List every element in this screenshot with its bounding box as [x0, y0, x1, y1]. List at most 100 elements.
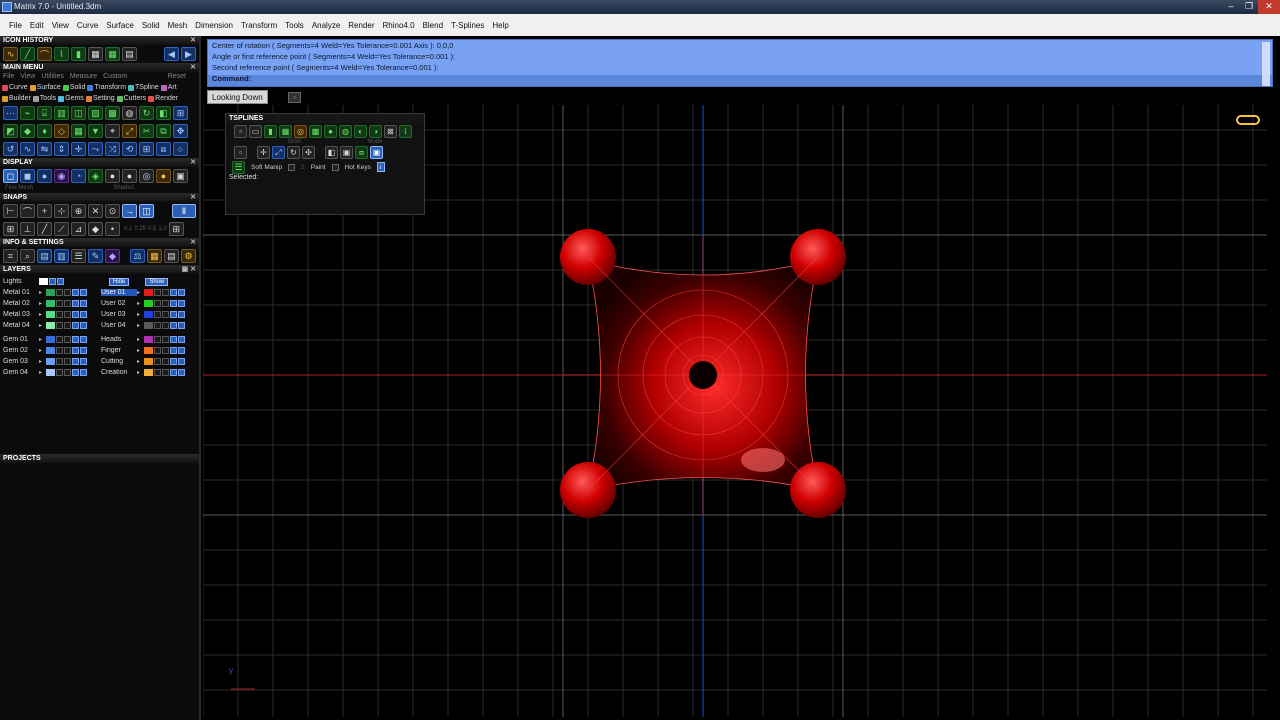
ts-box-icon[interactable]: ▫	[234, 125, 247, 138]
layer-entry[interactable]: Creation ▸	[98, 369, 196, 376]
layer-lock-toggle[interactable]	[64, 311, 71, 318]
layer-select-toggle[interactable]	[72, 358, 79, 365]
layer-name[interactable]: Creation	[101, 369, 137, 376]
layer-color-swatch[interactable]	[46, 289, 55, 296]
analyze-icon[interactable]: ⌗	[3, 249, 18, 263]
snap-quad-icon[interactable]: ◫	[139, 204, 154, 218]
layer-color-swatch[interactable]	[144, 289, 153, 296]
category-setting[interactable]: Setting	[85, 95, 115, 102]
snap-end-icon[interactable]: ⊢	[3, 204, 18, 218]
loft-icon[interactable]: ⌸	[37, 106, 52, 120]
ts-torus-icon[interactable]: ◍	[339, 125, 352, 138]
tab-file[interactable]: File	[3, 73, 14, 81]
soft-manip-value[interactable]: 2	[301, 164, 305, 171]
layer-expand-icon[interactable]: ▸	[137, 347, 144, 354]
category-cutters[interactable]: Cutters	[116, 95, 146, 102]
layer-entry[interactable]: Metal 01 ▸	[0, 289, 98, 296]
surface-tool-icon[interactable]: ▮	[71, 47, 86, 61]
layer-select-toggle[interactable]	[72, 322, 79, 329]
layer-color-swatch[interactable]	[46, 311, 55, 318]
show-all-button[interactable]: Show	[145, 277, 169, 286]
layer-entry[interactable]: Gem 03 ▸	[0, 358, 98, 365]
history-forward-icon[interactable]: ▶	[181, 47, 196, 61]
ts-convert-icon[interactable]: ◎	[294, 125, 307, 138]
layer-entry[interactable]: Cutting ▸	[98, 358, 196, 365]
ts-select-icon[interactable]: ▫	[234, 146, 247, 159]
circle-icon[interactable]: ○	[173, 142, 188, 156]
edit-info-icon[interactable]: ✎	[88, 249, 103, 263]
ts-scale-icon[interactable]: ⤢	[272, 146, 285, 159]
boolean-icon[interactable]: ◩	[3, 124, 18, 138]
category-solid[interactable]: Solid	[62, 84, 85, 91]
layer-color-swatch[interactable]	[46, 322, 55, 329]
layer-grid-icon[interactable]: ▦	[88, 47, 103, 61]
layer-color-swatch[interactable]	[46, 300, 55, 307]
hot-keys-toggle[interactable]: ⅰ	[376, 162, 385, 172]
layer-lock-toggle[interactable]	[64, 358, 71, 365]
twist-icon[interactable]: ⟲	[122, 142, 137, 156]
move-icon[interactable]: ✥	[173, 124, 188, 138]
ts-plane-icon[interactable]: ▭	[249, 125, 262, 138]
layer-select-toggle[interactable]	[170, 322, 177, 329]
lights-visibility-toggle[interactable]	[49, 278, 56, 285]
layer-select-toggle[interactable]	[170, 347, 177, 354]
menu-view[interactable]: View	[49, 21, 72, 30]
history-back-icon[interactable]: ◀	[164, 47, 179, 61]
category-gems[interactable]: Gems	[58, 95, 84, 102]
grid-snap-icon[interactable]: ⊞	[3, 222, 18, 236]
ts-box-mode-icon[interactable]: ▣	[340, 146, 353, 159]
layer-color-swatch[interactable]	[46, 369, 55, 376]
layer-option-toggle[interactable]	[80, 311, 87, 318]
layer-select-toggle[interactable]	[72, 369, 79, 376]
layer-option-toggle[interactable]	[178, 322, 185, 329]
category-transform[interactable]: Transform	[87, 84, 126, 91]
layer-color-swatch[interactable]	[46, 347, 55, 354]
menu-blend[interactable]: Blend	[420, 21, 446, 30]
category-render[interactable]: Render	[148, 95, 178, 102]
layer-lock-toggle[interactable]	[162, 347, 169, 354]
mirror-icon[interactable]: ⇋	[37, 142, 52, 156]
layer-option-toggle[interactable]	[80, 336, 87, 343]
layer-color-swatch[interactable]	[46, 336, 55, 343]
layer-name[interactable]: Finger	[101, 347, 137, 354]
layer-entry[interactable]: User 03 ▸	[98, 311, 196, 318]
layer-name[interactable]: Metal 01	[3, 289, 39, 296]
category-surface[interactable]: Surface	[29, 84, 61, 91]
properties-icon[interactable]: ▤	[37, 249, 52, 263]
paint-checkbox[interactable]	[331, 163, 339, 171]
extrude-icon[interactable]: ▥	[54, 106, 69, 120]
layer-option-toggle[interactable]	[178, 300, 185, 307]
scale-icon[interactable]: ⤢	[122, 124, 137, 138]
ts-smooth-mode-icon[interactable]: ◧	[325, 146, 338, 159]
layer-visibility-toggle[interactable]	[56, 300, 63, 307]
layer-entry[interactable]: Metal 02 ▸	[0, 300, 98, 307]
lights-layer-label[interactable]: Lights	[3, 278, 39, 285]
shaded-display-icon[interactable]: ◼	[20, 169, 35, 183]
category-builder[interactable]: Builder	[2, 95, 31, 102]
layer-visibility-toggle[interactable]	[56, 322, 63, 329]
ts-rotate-icon[interactable]: ↻	[287, 146, 300, 159]
layer-visibility-toggle[interactable]	[154, 322, 161, 329]
layer-entry[interactable]: Metal 04 ▸	[0, 322, 98, 329]
tab-reset[interactable]: Reset	[168, 73, 186, 81]
layer-lock-toggle[interactable]	[162, 358, 169, 365]
dot-snap-icon[interactable]: •	[105, 222, 120, 236]
layer-select-toggle[interactable]	[170, 369, 177, 376]
layer-name[interactable]: Gem 04	[3, 369, 39, 376]
menu-file[interactable]: File	[6, 21, 25, 30]
split-icon[interactable]: ⊞	[173, 106, 188, 120]
menu-solid[interactable]: Solid	[139, 21, 163, 30]
ts-loft-icon[interactable]: ▩	[309, 125, 322, 138]
mesh-grid-icon[interactable]: ▦	[105, 47, 120, 61]
maximize-button[interactable]: ❐	[1240, 0, 1258, 14]
gold-sphere-icon[interactable]: ●	[156, 169, 171, 183]
ring-icon[interactable]: ◍	[122, 106, 137, 120]
layer-option-toggle[interactable]	[80, 358, 87, 365]
layer-option-toggle[interactable]	[80, 300, 87, 307]
layer-visibility-toggle[interactable]	[154, 358, 161, 365]
layer-lock-toggle[interactable]	[162, 311, 169, 318]
layer-name[interactable]: User 03	[101, 311, 137, 318]
platinum-sphere-icon[interactable]: ◎	[139, 169, 154, 183]
artistic-display-icon[interactable]: ◈	[88, 169, 103, 183]
layer-expand-icon[interactable]: ▸	[39, 336, 46, 343]
